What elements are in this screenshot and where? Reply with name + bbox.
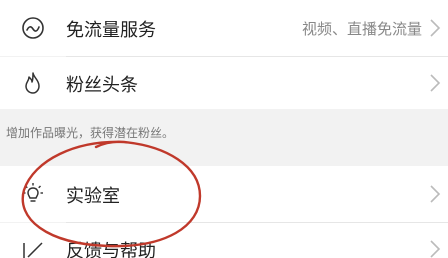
chevron-right-icon: [428, 183, 442, 205]
edit-square-icon: [20, 237, 46, 258]
wave-circle-icon: [20, 15, 46, 41]
menu-item-free-data-service[interactable]: 免流量服务 视频、直播免流量: [0, 0, 448, 56]
settings-screen: 免流量服务 视频、直播免流量 粉丝头条 增加作品曝光，获得潜在粉丝。 实验室 反…: [0, 0, 448, 258]
chevron-right-icon: [428, 238, 442, 258]
flame-icon: [20, 70, 46, 96]
menu-item-lab[interactable]: 实验室: [0, 166, 448, 222]
chevron-right-icon: [428, 72, 442, 94]
menu-item-label: 粉丝头条: [66, 75, 138, 96]
menu-item-feedback-help[interactable]: 反馈与帮助: [0, 223, 448, 258]
section-note: 增加作品曝光，获得潜在粉丝。: [6, 126, 175, 140]
menu-item-label: 实验室: [66, 186, 120, 207]
menu-item-label: 反馈与帮助: [66, 241, 156, 258]
lightbulb-icon: [20, 181, 46, 207]
chevron-right-icon: [428, 17, 442, 39]
menu-item-fan-headline[interactable]: 粉丝头条: [0, 57, 448, 109]
menu-item-value: 视频、直播免流量: [301, 20, 422, 38]
menu-item-label: 免流量服务: [66, 20, 156, 41]
